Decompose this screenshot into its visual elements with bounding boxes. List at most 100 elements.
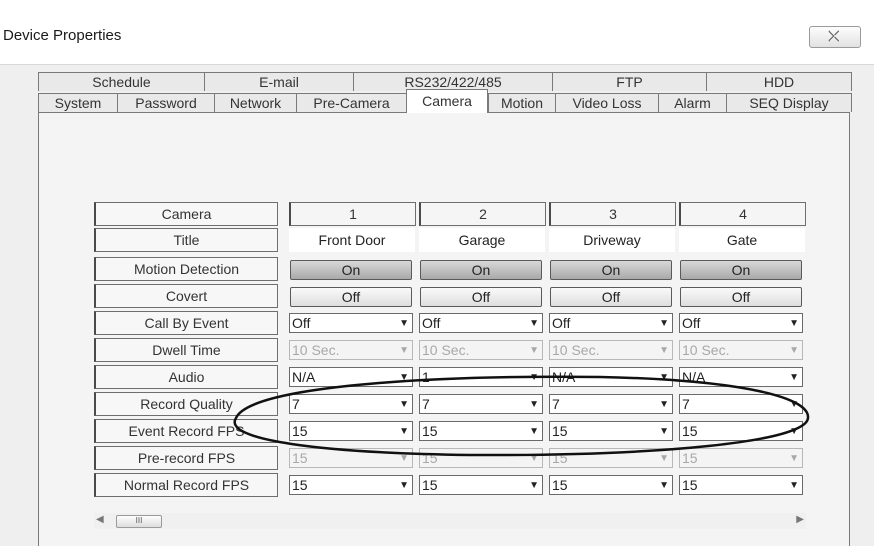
dropdown-arrow-icon: ▼ bbox=[789, 453, 799, 464]
tab-password[interactable]: Password bbox=[117, 93, 214, 112]
camera-2-normal-fps-select[interactable]: 15 ▼ bbox=[419, 475, 543, 495]
camera-3-event-fps-select[interactable]: 15 ▼ bbox=[549, 421, 673, 441]
dropdown-arrow-icon: ▼ bbox=[399, 426, 409, 437]
row-label-event-record-fps: Event Record FPS bbox=[94, 419, 278, 443]
tab-schedule[interactable]: Schedule bbox=[38, 72, 204, 91]
select-value: 7 bbox=[422, 396, 430, 412]
camera-4-covert-toggle[interactable]: Off bbox=[680, 287, 802, 307]
scrollbar-thumb[interactable]: III bbox=[116, 515, 162, 528]
tab-pre-camera[interactable]: Pre-Camera bbox=[296, 93, 406, 112]
camera-3-title-field[interactable]: Driveway bbox=[549, 228, 675, 252]
tab-motion[interactable]: Motion bbox=[488, 93, 555, 112]
camera-2-motion-toggle[interactable]: On bbox=[420, 260, 542, 280]
dropdown-arrow-icon: ▼ bbox=[659, 318, 669, 329]
row-label-audio: Audio bbox=[94, 365, 278, 389]
select-value: Off bbox=[682, 315, 701, 331]
camera-3-audio-select[interactable]: N/A ▼ bbox=[549, 367, 673, 387]
select-value: 7 bbox=[682, 396, 690, 412]
camera-1-call-by-event-select[interactable]: Off ▼ bbox=[289, 313, 413, 333]
camera-2-quality-select[interactable]: 7 ▼ bbox=[419, 394, 543, 414]
dropdown-arrow-icon: ▼ bbox=[659, 426, 669, 437]
select-value: 15 bbox=[292, 423, 308, 439]
camera-1-title-field[interactable]: Front Door bbox=[289, 228, 415, 252]
camera-4-motion-toggle[interactable]: On bbox=[680, 260, 802, 280]
camera-2-covert-toggle[interactable]: Off bbox=[420, 287, 542, 307]
camera-1-covert-toggle[interactable]: Off bbox=[290, 287, 412, 307]
tab-seq-display[interactable]: SEQ Display bbox=[726, 93, 852, 112]
select-value: 15 bbox=[422, 423, 438, 439]
camera-1-motion-toggle[interactable]: On bbox=[290, 260, 412, 280]
select-value: 15 bbox=[552, 450, 568, 466]
tab-network[interactable]: Network bbox=[214, 93, 296, 112]
tab-alarm[interactable]: Alarm bbox=[658, 93, 726, 112]
dropdown-arrow-icon: ▼ bbox=[399, 453, 409, 464]
dropdown-arrow-icon: ▼ bbox=[399, 345, 409, 356]
camera-4-call-by-event-select[interactable]: Off ▼ bbox=[679, 313, 803, 333]
camera-3-quality-select[interactable]: 7 ▼ bbox=[549, 394, 673, 414]
camera-2-call-by-event-select[interactable]: Off ▼ bbox=[419, 313, 543, 333]
select-value: 15 bbox=[292, 450, 308, 466]
camera-2-title-field[interactable]: Garage bbox=[419, 228, 545, 252]
select-value: 15 bbox=[682, 477, 698, 493]
tab-hdd[interactable]: HDD bbox=[706, 72, 852, 91]
camera-2-prerecord-fps-select: 15 ▼ bbox=[419, 448, 543, 468]
camera-1-event-fps-select[interactable]: 15 ▼ bbox=[289, 421, 413, 441]
camera-3-call-by-event-select[interactable]: Off ▼ bbox=[549, 313, 673, 333]
row-label-record-quality: Record Quality bbox=[94, 392, 278, 416]
select-value: 7 bbox=[292, 396, 300, 412]
camera-1-normal-fps-select[interactable]: 15 ▼ bbox=[289, 475, 413, 495]
dropdown-arrow-icon: ▼ bbox=[529, 372, 539, 383]
camera-4-audio-select[interactable]: N/A ▼ bbox=[679, 367, 803, 387]
select-value: 10 Sec. bbox=[292, 342, 340, 358]
camera-3-motion-toggle[interactable]: On bbox=[550, 260, 672, 280]
dropdown-arrow-icon: ▼ bbox=[399, 399, 409, 410]
tab-system[interactable]: System bbox=[38, 93, 117, 112]
camera-4-title-field[interactable]: Gate bbox=[679, 228, 805, 252]
tab-email[interactable]: E-mail bbox=[204, 72, 353, 91]
dropdown-arrow-icon: ▼ bbox=[789, 426, 799, 437]
dropdown-arrow-icon: ▼ bbox=[659, 372, 669, 383]
camera-4-event-fps-select[interactable]: 15 ▼ bbox=[679, 421, 803, 441]
scroll-right-icon[interactable]: ▶ bbox=[796, 514, 804, 525]
camera-2-audio-select[interactable]: 1 ▼ bbox=[419, 367, 543, 387]
select-value: Off bbox=[422, 315, 441, 331]
select-value: N/A bbox=[292, 369, 316, 385]
tab-ftp[interactable]: FTP bbox=[552, 72, 706, 91]
close-button[interactable] bbox=[809, 26, 861, 48]
camera-1-quality-select[interactable]: 7 ▼ bbox=[289, 394, 413, 414]
camera-3-normal-fps-select[interactable]: 15 ▼ bbox=[549, 475, 673, 495]
camera-3-prerecord-fps-select: 15 ▼ bbox=[549, 448, 673, 468]
camera-1-audio-select[interactable]: N/A ▼ bbox=[289, 367, 413, 387]
select-value: Off bbox=[552, 315, 571, 331]
camera-4-quality-select[interactable]: 7 ▼ bbox=[679, 394, 803, 414]
scroll-left-icon[interactable]: ◀ bbox=[96, 514, 104, 525]
horizontal-scrollbar[interactable]: ◀ III ▶ bbox=[94, 513, 806, 529]
dropdown-arrow-icon: ▼ bbox=[789, 372, 799, 383]
dropdown-arrow-icon: ▼ bbox=[529, 453, 539, 464]
select-value: 15 bbox=[552, 423, 568, 439]
row-label-dwell-time: Dwell Time bbox=[94, 338, 278, 362]
select-value: 15 bbox=[552, 477, 568, 493]
tab-camera[interactable]: Camera bbox=[406, 89, 488, 113]
row-label-camera: Camera bbox=[94, 202, 278, 226]
camera-2-dwell-select: 10 Sec. ▼ bbox=[419, 340, 543, 360]
camera-3-header: 3 bbox=[549, 202, 676, 226]
dropdown-arrow-icon: ▼ bbox=[529, 345, 539, 356]
select-value: 7 bbox=[552, 396, 560, 412]
row-label-title: Title bbox=[94, 228, 278, 252]
camera-1-prerecord-fps-select: 15 ▼ bbox=[289, 448, 413, 468]
camera-4-normal-fps-select[interactable]: 15 ▼ bbox=[679, 475, 803, 495]
dropdown-arrow-icon: ▼ bbox=[789, 345, 799, 356]
dropdown-arrow-icon: ▼ bbox=[659, 480, 669, 491]
camera-3-covert-toggle[interactable]: Off bbox=[550, 287, 672, 307]
dropdown-arrow-icon: ▼ bbox=[659, 453, 669, 464]
select-value: 15 bbox=[682, 423, 698, 439]
title-bar: Device Properties bbox=[0, 0, 874, 65]
row-label-call-by-event: Call By Event bbox=[94, 311, 278, 335]
select-value: 10 Sec. bbox=[552, 342, 600, 358]
select-value: 1 bbox=[422, 369, 430, 385]
tab-video-loss[interactable]: Video Loss bbox=[555, 93, 658, 112]
camera-2-event-fps-select[interactable]: 15 ▼ bbox=[419, 421, 543, 441]
dropdown-arrow-icon: ▼ bbox=[789, 318, 799, 329]
select-value: 15 bbox=[682, 450, 698, 466]
